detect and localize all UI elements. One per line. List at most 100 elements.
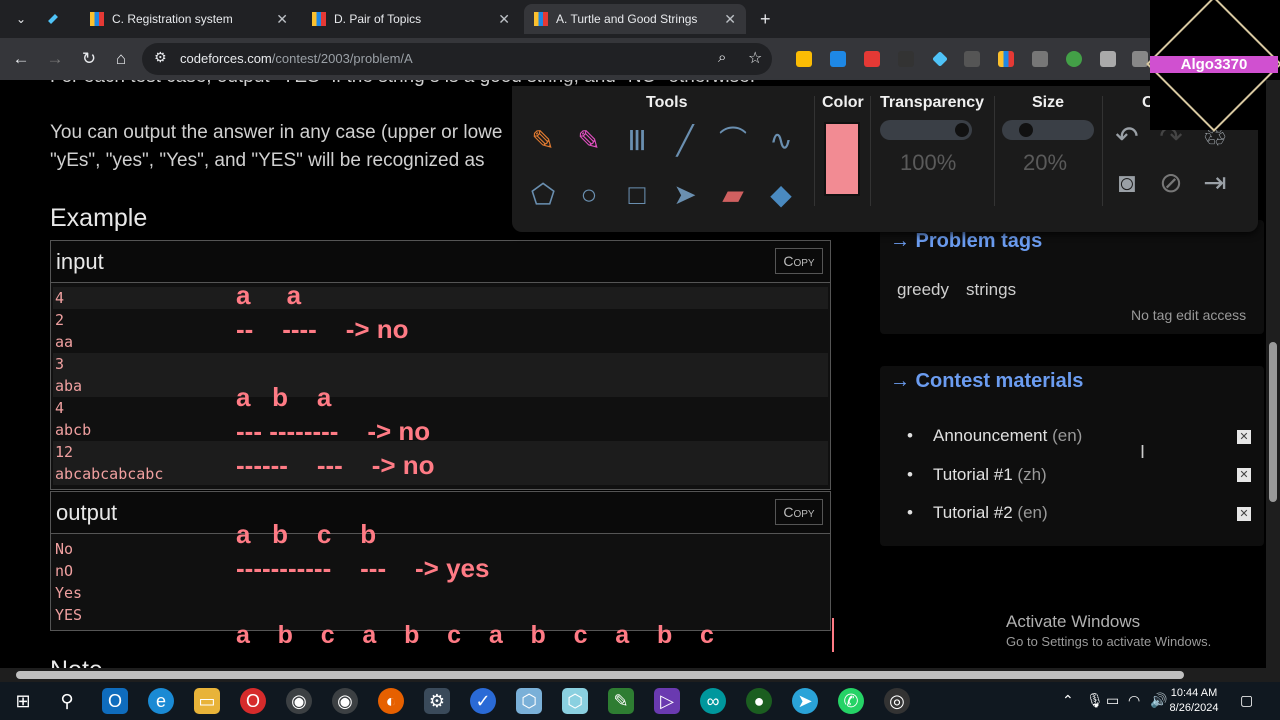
close-icon[interactable]: ✕ xyxy=(498,11,510,28)
highlighter-icon[interactable]: ✎ xyxy=(570,122,608,160)
material-announcement[interactable]: Announcement (en) xyxy=(907,426,1082,446)
transparency-slider[interactable] xyxy=(880,120,972,140)
firefox-icon[interactable]: ◐ xyxy=(378,688,404,714)
problem-tags-panel: → Problem tags greedy strings No tag edi… xyxy=(880,220,1264,334)
site-info-icon[interactable]: ⚙ xyxy=(154,49,167,66)
close-icon[interactable]: ✕ xyxy=(1237,430,1251,444)
line-icon[interactable]: ╱ xyxy=(666,122,704,160)
text-tool-icon[interactable]: Ⅲ xyxy=(618,122,656,160)
hide-icon[interactable]: ⊘ xyxy=(1152,164,1190,202)
tab-search-button[interactable]: ⌄ xyxy=(6,4,34,34)
vertical-scrollbar[interactable] xyxy=(1266,80,1280,668)
url-text: codeforces.com/contest/2003/problem/A xyxy=(180,51,413,66)
tag-strings[interactable]: strings xyxy=(966,280,1016,300)
color-swatch[interactable] xyxy=(824,122,860,196)
extension-icon[interactable] xyxy=(796,51,812,67)
visual-studio-icon[interactable]: ▷ xyxy=(654,688,680,714)
extension-icon[interactable] xyxy=(1032,51,1048,67)
extension-icon[interactable] xyxy=(830,51,846,67)
back-button[interactable]: ← xyxy=(8,46,34,72)
annotation-text: a b a xyxy=(236,382,332,412)
cursor-icon[interactable]: ➤ xyxy=(666,176,704,214)
output-line: YES xyxy=(55,606,83,624)
material-tutorial-2[interactable]: Tutorial #2 (en) xyxy=(907,503,1048,523)
file-explorer-icon[interactable]: ▭ xyxy=(194,688,220,714)
scroll-thumb[interactable] xyxy=(1269,342,1277,502)
bookmark-star-icon[interactable]: ☆ xyxy=(748,48,762,68)
close-icon[interactable]: ✕ xyxy=(276,11,288,28)
check-app-icon[interactable]: ✓ xyxy=(470,688,496,714)
forward-button[interactable]: → xyxy=(42,46,68,72)
fill-bucket-icon[interactable]: ◆ xyxy=(762,176,800,214)
tab-turtle-good-strings[interactable]: A. Turtle and Good Strings ✕ xyxy=(524,4,746,34)
chrome-icon[interactable]: ◉ xyxy=(332,688,358,714)
output-line: Yes xyxy=(55,584,83,602)
screen-recorder-icon[interactable]: ◎ xyxy=(884,688,910,714)
notepad-icon[interactable]: ✎ xyxy=(608,688,634,714)
eraser-icon[interactable]: ▰ xyxy=(714,176,752,214)
tab-registration-system[interactable]: C. Registration system ✕ xyxy=(80,4,298,34)
example-heading: Example xyxy=(50,204,148,232)
camera-icon[interactable]: ◙ xyxy=(1108,164,1146,202)
rectangle-icon[interactable]: □ xyxy=(618,176,656,214)
pen-icon[interactable]: ✎ xyxy=(524,122,562,160)
curve-icon[interactable]: ⌒ xyxy=(714,122,752,160)
edge-icon[interactable]: e xyxy=(148,688,174,714)
microphone-icon[interactable]: 🎙 xyxy=(1086,692,1104,709)
extension-icon[interactable] xyxy=(964,51,980,67)
opera-icon[interactable]: O xyxy=(240,688,266,714)
close-icon[interactable]: ✕ xyxy=(1237,468,1251,482)
chrome-icon[interactable]: ◉ xyxy=(286,688,312,714)
size-slider[interactable] xyxy=(1002,120,1094,140)
circle-icon[interactable]: ○ xyxy=(570,176,608,214)
size-value: 20% xyxy=(1023,150,1068,175)
shield-icon[interactable] xyxy=(1100,51,1116,67)
reload-button[interactable]: ↻ xyxy=(76,46,102,72)
copy-input-button[interactable]: Copy xyxy=(775,248,823,274)
cube-app-icon[interactable]: ⬡ xyxy=(516,688,542,714)
scroll-thumb[interactable] xyxy=(16,671,1184,679)
freeform-icon[interactable]: ∿ xyxy=(762,122,800,160)
input-line: abcabcabcabc xyxy=(55,465,164,483)
cube-app-icon[interactable]: ⬡ xyxy=(562,688,588,714)
settings-gear-icon[interactable]: ⚙ xyxy=(424,688,450,714)
tag-greedy[interactable]: greedy xyxy=(897,280,949,300)
material-tutorial-1[interactable]: Tutorial #1 (zh) xyxy=(907,465,1047,485)
wifi-icon[interactable]: ◠ xyxy=(1128,692,1140,709)
battery-icon[interactable]: ▭ xyxy=(1106,692,1119,709)
home-button[interactable]: ⌂ xyxy=(108,46,134,72)
slider-knob[interactable] xyxy=(955,123,969,137)
notification-icon[interactable]: ▢ xyxy=(1240,692,1253,709)
windows-start-icon[interactable]: ⊞ xyxy=(10,688,36,714)
new-tab-button[interactable]: + xyxy=(750,4,778,34)
close-icon[interactable]: ✕ xyxy=(1237,507,1251,521)
copy-output-button[interactable]: Copy xyxy=(775,499,823,525)
horizontal-scrollbar[interactable] xyxy=(0,668,1280,682)
extension-icon[interactable] xyxy=(1066,51,1082,67)
extension-icon[interactable] xyxy=(898,51,914,67)
slider-knob[interactable] xyxy=(1019,123,1034,137)
telegram-icon[interactable]: ➤ xyxy=(792,688,818,714)
search-icon[interactable]: ⚲ xyxy=(54,688,80,714)
tab-pair-of-topics[interactable]: D. Pair of Topics ✕ xyxy=(302,4,520,34)
extension-icon[interactable] xyxy=(998,51,1014,67)
extension-icon[interactable] xyxy=(864,51,880,67)
codeforces-icon xyxy=(90,12,104,26)
outlook-icon[interactable]: O xyxy=(102,688,128,714)
extension-icon[interactable] xyxy=(1132,51,1148,67)
system-clock[interactable]: 10:44 AM 8/26/2024 xyxy=(1164,686,1224,716)
url-bar[interactable]: ⚙ codeforces.com/contest/2003/problem/A … xyxy=(142,43,772,75)
app-icon[interactable]: ● xyxy=(746,688,772,714)
tab-pinned[interactable] xyxy=(40,4,74,34)
tray-chevron-icon[interactable]: ⌃ xyxy=(1062,692,1074,709)
zoom-icon[interactable]: ⌕ xyxy=(718,49,726,66)
polygon-icon[interactable]: ⬠ xyxy=(524,176,562,214)
extension-icon[interactable] xyxy=(932,51,948,67)
whatsapp-icon[interactable]: ✆ xyxy=(838,688,864,714)
annotation-text: a b c b xyxy=(236,519,377,549)
problem-case-text-2: "yEs", "yes", "Yes", and "YES" will be r… xyxy=(50,150,485,171)
arduino-icon[interactable]: ∞ xyxy=(700,688,726,714)
exit-icon[interactable]: ⇥ xyxy=(1196,164,1234,202)
undo-icon[interactable]: ↶ xyxy=(1108,118,1146,156)
close-icon[interactable]: ✕ xyxy=(724,11,736,28)
